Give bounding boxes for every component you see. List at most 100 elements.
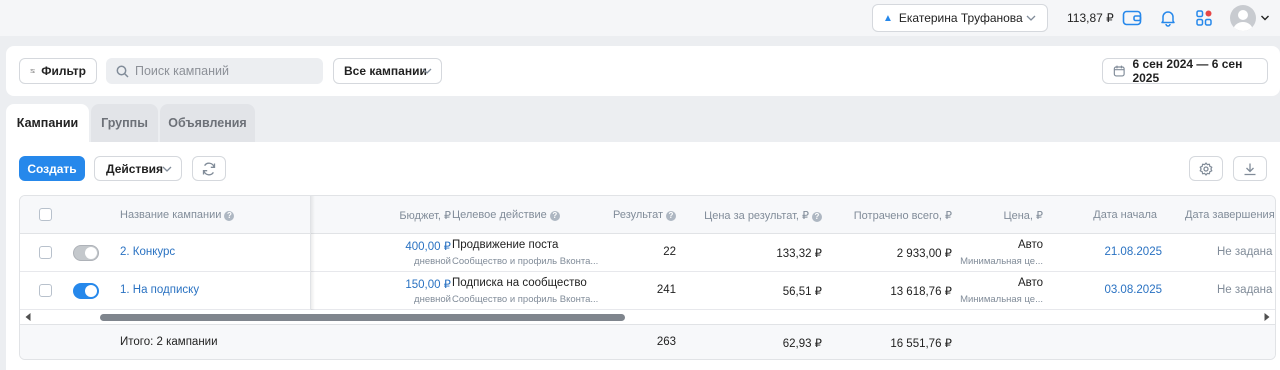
scroll-left-icon[interactable]	[24, 312, 32, 322]
gear-icon	[1199, 161, 1213, 176]
filter-button-label: Фильтр	[41, 64, 86, 78]
avatar[interactable]	[1230, 5, 1256, 31]
bell-icon[interactable]	[1157, 7, 1179, 29]
search-box[interactable]	[106, 58, 323, 84]
cost-per-result-value: 56,51 ₽	[782, 286, 822, 298]
column-budget[interactable]: Бюджет, ₽	[399, 209, 451, 222]
download-icon	[1244, 163, 1256, 175]
select-all-checkbox[interactable]	[39, 208, 52, 221]
column-end-date[interactable]: Дата завершения	[1185, 209, 1275, 221]
row-checkbox[interactable]	[39, 246, 52, 259]
price-sub: Минимальная це...	[960, 256, 1043, 267]
target-action-sub: Сообщество и профиль Вконта...	[452, 294, 599, 305]
settings-button[interactable]	[1189, 156, 1223, 181]
end-date-value: Не задана	[1217, 246, 1273, 258]
refresh-button[interactable]	[192, 156, 226, 181]
campaign-toggle[interactable]	[73, 245, 99, 261]
help-icon[interactable]: ?	[224, 211, 235, 221]
totals-spent: 16 551,76 ₽	[890, 338, 952, 350]
chevron-down-icon	[422, 68, 432, 74]
campaign-status-select[interactable]: Все кампании	[333, 58, 442, 84]
totals-result: 263	[656, 336, 676, 348]
column-label: Название кампании	[120, 209, 222, 221]
create-button[interactable]: Создать	[19, 156, 85, 181]
column-cost-per-result[interactable]: Цена за результат, ₽?	[704, 209, 822, 222]
chevron-down-icon	[162, 166, 172, 172]
column-name[interactable]: Название кампании?	[120, 209, 235, 221]
chevron-down-icon[interactable]	[1260, 13, 1270, 23]
totals-row: Итого: 2 кампании 263 62,93 ₽ 16 551,76 …	[20, 324, 1275, 359]
account-name: Екатерина Труфанова	[898, 11, 1023, 25]
help-icon[interactable]: ?	[812, 212, 822, 222]
column-label: Цена за результат, ₽	[704, 210, 809, 222]
actions-label: Действия	[106, 161, 164, 176]
tab-campaigns[interactable]: Кампании	[6, 104, 89, 142]
target-action: Продвижение поста	[452, 239, 559, 251]
scroll-right-icon[interactable]	[1263, 312, 1271, 322]
column-price[interactable]: Цена, ₽	[1003, 209, 1043, 222]
campaign-name-link[interactable]: 1. На подписку	[120, 284, 199, 296]
target-action: Подписка на сообщество	[452, 277, 587, 289]
price-value: Авто	[1017, 277, 1043, 289]
date-range-picker[interactable]: 6 сен 2024 — 6 сен 2025	[1102, 57, 1268, 85]
top-header: ▲ Екатерина Труфанова 113,87 ₽	[0, 0, 1280, 36]
target-action-sub: Сообщество и профиль Вконта...	[452, 256, 599, 267]
column-label: Целевое действие	[452, 209, 547, 221]
campaigns-panel: Создать Действия Название кампании? Бюдж…	[6, 142, 1280, 370]
filter-panel: Фильтр Все кампании 6 сен 2024 — 6 сен 2…	[6, 46, 1280, 96]
result-value: 241	[656, 284, 676, 296]
account-selector[interactable]: ▲ Екатерина Труфанова	[872, 4, 1048, 32]
column-label: Результат	[612, 209, 663, 221]
tab-groups[interactable]: Группы	[91, 104, 158, 142]
actions-select[interactable]: Действия	[94, 156, 182, 181]
pinned-column-shadow	[311, 196, 315, 310]
budget-value[interactable]: 150,00 ₽	[405, 277, 451, 291]
table-header: Название кампании? Бюджет, ₽ Целевое дей…	[20, 196, 1275, 234]
start-date-link[interactable]: 03.08.2025	[1104, 284, 1162, 296]
result-value: 22	[663, 246, 676, 258]
download-button[interactable]	[1233, 156, 1267, 181]
toggle-knob	[85, 285, 97, 297]
spent-value: 2 933,00 ₽	[896, 248, 952, 260]
search-icon	[116, 65, 129, 78]
budget-type: дневной	[414, 294, 451, 305]
apps-grid-icon[interactable]	[1193, 7, 1215, 29]
campaign-name-link[interactable]: 2. Конкурс	[120, 246, 175, 258]
budget-value[interactable]: 400,00 ₽	[405, 239, 451, 253]
totals-label: Итого: 2 кампании	[120, 336, 218, 348]
toggle-knob	[85, 247, 97, 259]
column-start-date[interactable]: Дата начала	[1093, 209, 1157, 221]
tab-label: Объявления	[168, 116, 247, 130]
date-range-label: 6 сен 2024 — 6 сен 2025	[1132, 57, 1243, 85]
row-checkbox[interactable]	[39, 284, 52, 297]
start-date-link[interactable]: 21.08.2025	[1104, 246, 1162, 258]
table-row[interactable]: 2. Конкурс 400,00 ₽ дневной Продвижение …	[20, 234, 1275, 272]
tab-label: Группы	[101, 116, 148, 130]
column-spent[interactable]: Потрачено всего, ₽	[854, 209, 952, 222]
column-target-action[interactable]: Целевое действие?	[452, 209, 560, 221]
person-icon: ▲	[883, 12, 893, 24]
price-sub: Минимальная це...	[960, 294, 1043, 305]
calendar-icon	[1113, 65, 1125, 77]
scrollbar-thumb[interactable]	[100, 314, 625, 321]
totals-cost-per-result: 62,93 ₽	[782, 338, 822, 350]
horizontal-scrollbar[interactable]	[20, 310, 1275, 324]
search-input[interactable]	[135, 64, 315, 78]
cost-per-result-value: 133,32 ₽	[776, 248, 822, 260]
sliders-icon	[30, 68, 35, 74]
wallet-icon[interactable]	[1121, 7, 1143, 29]
help-icon[interactable]: ?	[666, 211, 676, 221]
help-icon[interactable]: ?	[549, 211, 560, 221]
refresh-icon	[202, 162, 216, 175]
table-row[interactable]: 1. На подписку 150,00 ₽ дневной Подписка…	[20, 272, 1275, 310]
spent-value: 13 618,76 ₽	[890, 286, 952, 298]
column-result[interactable]: Результат?	[613, 209, 676, 221]
end-date-value: Не задана	[1217, 284, 1273, 296]
budget-type: дневной	[414, 256, 451, 267]
chevron-down-icon	[1026, 15, 1036, 21]
price-value: Авто	[1017, 239, 1043, 251]
balance: 113,87 ₽	[1067, 11, 1114, 25]
campaign-toggle[interactable]	[73, 283, 99, 299]
filter-button[interactable]: Фильтр	[19, 58, 97, 84]
tab-ads[interactable]: Объявления	[160, 104, 255, 142]
